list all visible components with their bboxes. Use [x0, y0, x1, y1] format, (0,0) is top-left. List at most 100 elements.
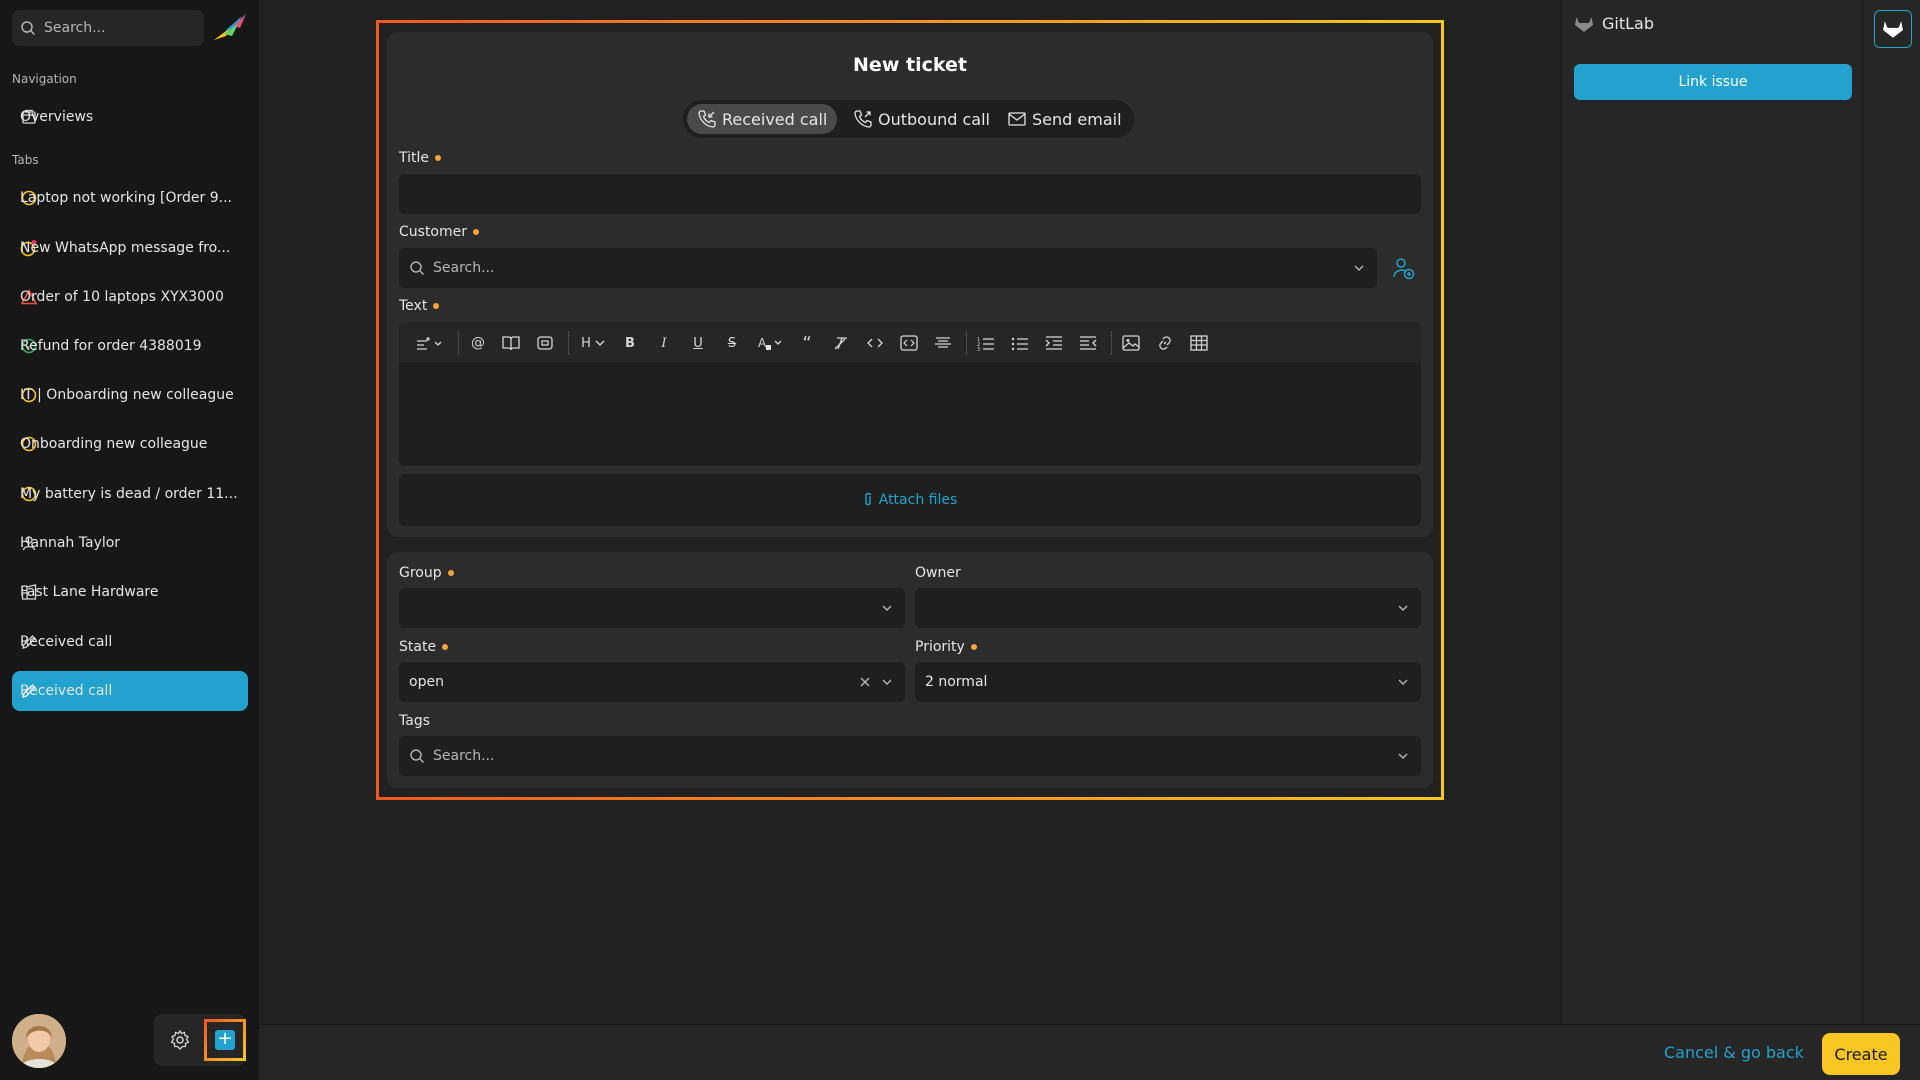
- text-module-icon[interactable]: [535, 333, 555, 353]
- sidebar-tab-label: Hannah Taylor: [20, 535, 121, 551]
- chevron-down-icon: [1397, 602, 1409, 614]
- toolbar-divider: [568, 331, 569, 355]
- chevron-down-icon: [881, 602, 893, 614]
- required-dot: [433, 303, 440, 309]
- code-icon[interactable]: [865, 333, 885, 353]
- outdent-icon[interactable]: [1078, 333, 1098, 353]
- sidebar-tab-label: Laptop not working [Order 9...: [20, 190, 232, 206]
- sidebar-tab-item[interactable]: My battery is dead / order 11...: [12, 474, 248, 514]
- ticket-type-switch: Received call Outbound call Send email: [683, 100, 1134, 138]
- clear-format-icon[interactable]: [831, 333, 851, 353]
- code-block-icon[interactable]: [899, 333, 919, 353]
- state-select[interactable]: open: [399, 662, 905, 702]
- customer-placeholder: Search...: [433, 260, 495, 276]
- tab-received-call[interactable]: Received call: [687, 104, 838, 134]
- underline-icon[interactable]: U: [688, 333, 708, 353]
- italic-icon[interactable]: I: [654, 333, 674, 353]
- required-dot: [435, 155, 442, 161]
- quote-icon[interactable]: “: [797, 333, 817, 354]
- sidebar-tabs-strip: [1862, 0, 1920, 1024]
- new-ticket-button[interactable]: +: [204, 1019, 246, 1061]
- state-label: State: [399, 639, 449, 655]
- priority-select[interactable]: 2 normal: [915, 662, 1421, 702]
- plus-icon: +: [215, 1030, 235, 1050]
- search-icon: [409, 748, 425, 764]
- sidebar-search[interactable]: Search...: [12, 10, 204, 46]
- heading-dropdown[interactable]: H: [578, 333, 608, 353]
- sidebar-tab-item[interactable]: Laptop not working [Order 9...: [12, 178, 248, 218]
- sidebar-tab-item[interactable]: Refund for order 4388019: [12, 326, 248, 366]
- toolbar-divider: [966, 331, 967, 355]
- sidebar-tab-item[interactable]: New WhatsApp message fro...: [12, 228, 248, 268]
- chevron-down-icon: [1353, 262, 1365, 274]
- mention-icon[interactable]: @: [468, 333, 488, 353]
- sidebar-tab-item[interactable]: Fast Lane Hardware: [12, 572, 248, 612]
- sidebar-tab-item-active[interactable]: Received call: [12, 671, 248, 711]
- bold-icon[interactable]: B: [620, 333, 640, 353]
- chevron-down-icon: [1397, 750, 1409, 762]
- ai-tools-icon[interactable]: [413, 333, 447, 353]
- navigation-heading: Navigation: [12, 72, 77, 86]
- state-value: open: [409, 674, 444, 690]
- sidebar-tab-item[interactable]: Hannah Taylor: [12, 523, 248, 563]
- image-icon[interactable]: [1121, 333, 1141, 353]
- strikethrough-icon[interactable]: S: [722, 333, 742, 353]
- sidebar-search-placeholder: Search...: [44, 20, 106, 36]
- toolbar-divider: [458, 331, 459, 355]
- gitlab-panel: GitLab Link issue: [1561, 0, 1862, 1024]
- text-editor[interactable]: @ H B I U S A “ 123: [399, 322, 1421, 466]
- horizontal-rule-icon[interactable]: [933, 333, 953, 353]
- gitlab-tab-button[interactable]: [1874, 10, 1912, 48]
- group-label: Group: [399, 565, 454, 581]
- attach-files-button[interactable]: Attach files: [399, 474, 1421, 526]
- sidebar-tab-label: Onboarding new colleague: [20, 436, 208, 452]
- customer-select[interactable]: Search...: [399, 248, 1377, 288]
- page-title: New ticket: [853, 54, 967, 76]
- clear-icon[interactable]: [859, 676, 871, 688]
- link-issue-button[interactable]: Link issue: [1574, 64, 1852, 100]
- owner-label: Owner: [915, 565, 961, 581]
- sidebar-tab-label: Received call: [20, 683, 113, 699]
- link-icon[interactable]: [1155, 333, 1175, 353]
- tags-select[interactable]: Search...: [399, 736, 1421, 776]
- required-dot: [970, 644, 977, 650]
- sidebar-tab-item[interactable]: IT | Onboarding new colleague: [12, 375, 248, 415]
- avatar[interactable]: [12, 1014, 66, 1068]
- editor-toolbar: @ H B I U S A “ 123: [399, 322, 1421, 364]
- phone-outgoing-icon: [853, 109, 873, 129]
- create-button[interactable]: Create: [1822, 1033, 1900, 1075]
- text-color-icon[interactable]: A: [756, 333, 786, 353]
- table-icon[interactable]: [1189, 333, 1209, 353]
- search-icon: [409, 260, 425, 276]
- required-dot: [447, 570, 454, 576]
- sidebar-tab-label: Refund for order 4388019: [20, 338, 202, 354]
- bullet-list-icon[interactable]: [1010, 333, 1030, 353]
- zammad-logo-icon[interactable]: [212, 12, 248, 44]
- ordered-list-icon[interactable]: 123: [976, 333, 996, 353]
- mail-icon: [1007, 109, 1027, 129]
- ticket-form-card: New ticket Received call Outbound call S…: [387, 32, 1433, 537]
- sidebar-tab-item[interactable]: Onboarding new colleague: [12, 424, 248, 464]
- sidebar-item-overviews[interactable]: Overviews: [12, 97, 248, 137]
- sidebar-item-label: Overviews: [20, 109, 94, 125]
- title-input[interactable]: [399, 174, 1421, 214]
- sidebar-tab-label: IT | Onboarding new colleague: [20, 387, 234, 403]
- tags-placeholder: Search...: [433, 748, 495, 764]
- gitlab-icon: [1882, 19, 1904, 39]
- sidebar-tab-item[interactable]: Received call: [12, 622, 248, 662]
- sidebar-tab-label: Received call: [20, 634, 113, 650]
- owner-select[interactable]: [915, 588, 1421, 628]
- group-select[interactable]: [399, 588, 905, 628]
- tab-send-email[interactable]: Send email: [997, 104, 1132, 134]
- indent-icon[interactable]: [1044, 333, 1064, 353]
- cancel-button[interactable]: Cancel & go back: [1664, 1043, 1804, 1062]
- sidebar-tab-label: Order of 10 laptops XYX3000: [20, 289, 224, 305]
- customer-label: Customer: [399, 224, 480, 240]
- required-dot: [473, 229, 480, 235]
- add-customer-icon[interactable]: [1391, 256, 1415, 280]
- sidebar-actions: +: [154, 1014, 246, 1066]
- tab-outbound-call[interactable]: Outbound call: [843, 104, 1000, 134]
- sidebar-tab-item[interactable]: Order of 10 laptops XYX3000: [12, 277, 248, 317]
- gear-icon[interactable]: [168, 1028, 192, 1052]
- knowledge-base-icon[interactable]: [501, 333, 521, 353]
